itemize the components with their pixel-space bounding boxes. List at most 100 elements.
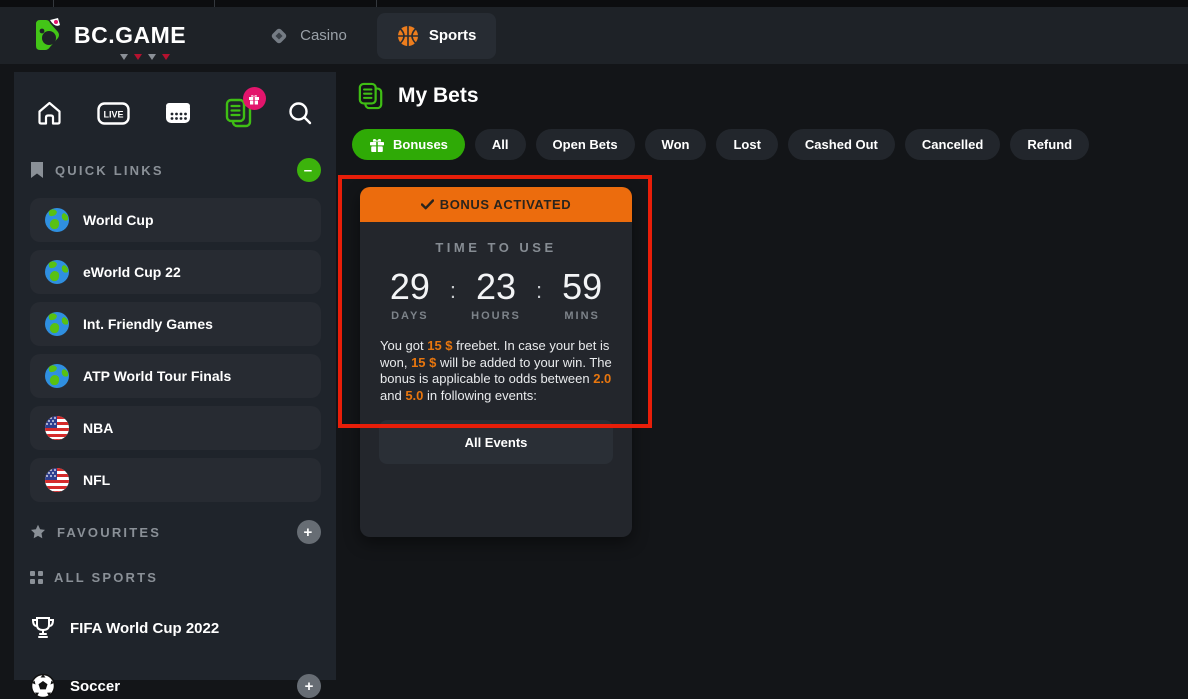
us-flag-icon bbox=[44, 415, 70, 441]
timer-mins-value: 59 bbox=[562, 269, 602, 305]
sidebar-item-fifa-world-cup[interactable]: FIFA World Cup 2022 bbox=[30, 615, 321, 641]
soccer-ball-icon bbox=[30, 673, 56, 699]
timer-days-label: DAYS bbox=[391, 310, 429, 322]
globe-icon bbox=[44, 311, 70, 337]
bcgame-logo-icon bbox=[28, 16, 68, 56]
cropped-tab-strip bbox=[0, 0, 1188, 7]
sidebar-item-soccer[interactable]: Soccer + bbox=[30, 673, 321, 699]
quick-link-label: ATP World Tour Finals bbox=[83, 368, 231, 384]
bonus-activated-banner: BONUS ACTIVATED bbox=[360, 187, 632, 222]
star-icon bbox=[30, 524, 46, 540]
tab-strip-divider bbox=[376, 0, 377, 7]
live-icon[interactable]: LIVE bbox=[97, 102, 130, 125]
bonus-timer: 29 DAYS : 23 HOURS : 59 MINS bbox=[360, 269, 632, 322]
page-title: My Bets bbox=[358, 82, 479, 110]
expand-soccer-button[interactable]: + bbox=[297, 674, 321, 698]
filter-bonuses[interactable]: Bonuses bbox=[352, 129, 465, 160]
quick-links-header: QUICK LINKS – bbox=[30, 158, 321, 182]
gift-icon bbox=[369, 137, 385, 153]
gift-badge bbox=[243, 87, 266, 110]
filter-won[interactable]: Won bbox=[645, 129, 707, 160]
banner-text: BONUS ACTIVATED bbox=[440, 197, 572, 212]
quick-link-nfl[interactable]: NFL bbox=[30, 458, 321, 502]
filter-cashed-out[interactable]: Cashed Out bbox=[788, 129, 895, 160]
timer-days-value: 29 bbox=[390, 269, 430, 305]
bookmark-icon bbox=[30, 161, 44, 179]
globe-icon bbox=[44, 207, 70, 233]
favourites-header: FAVOURITES + bbox=[30, 520, 321, 544]
tab-casino[interactable]: Casino bbox=[248, 13, 367, 59]
filter-cancelled[interactable]: Cancelled bbox=[905, 129, 1000, 160]
filter-label: Won bbox=[662, 137, 690, 152]
svg-text:LIVE: LIVE bbox=[104, 109, 124, 119]
quick-link-nba[interactable]: NBA bbox=[30, 406, 321, 450]
sidebar: LIVE bbox=[14, 72, 336, 680]
quick-link-label: NFL bbox=[83, 472, 110, 488]
casino-label: Casino bbox=[300, 27, 347, 44]
home-icon[interactable] bbox=[36, 100, 63, 126]
quick-link-label: Int. Friendly Games bbox=[83, 316, 213, 332]
quick-link-label: NBA bbox=[83, 420, 113, 436]
all-events-button[interactable]: All Events bbox=[379, 420, 613, 464]
filter-label: Cancelled bbox=[922, 137, 983, 152]
my-bets-icon[interactable] bbox=[225, 98, 253, 128]
bonus-card: BONUS ACTIVATED TIME TO USE 29 DAYS : 23… bbox=[360, 187, 632, 537]
quick-link-world-cup[interactable]: World Cup bbox=[30, 198, 321, 242]
globe-icon bbox=[44, 259, 70, 285]
logo-text: BC.GAME bbox=[74, 22, 186, 49]
globe-icon bbox=[44, 363, 70, 389]
quick-link-label: World Cup bbox=[83, 212, 154, 228]
schedule-icon[interactable] bbox=[165, 101, 191, 125]
timer-separator: : bbox=[536, 278, 542, 304]
filter-label: Cashed Out bbox=[805, 137, 878, 152]
quick-link-atp-finals[interactable]: ATP World Tour Finals bbox=[30, 354, 321, 398]
filter-open-bets[interactable]: Open Bets bbox=[536, 129, 635, 160]
grid-icon bbox=[30, 571, 43, 584]
timer-title: TIME TO USE bbox=[360, 240, 632, 255]
favourites-label: FAVOURITES bbox=[57, 525, 161, 540]
page-title-text: My Bets bbox=[398, 84, 479, 108]
search-icon[interactable] bbox=[287, 100, 313, 126]
all-sports-header[interactable]: ALL SPORTS bbox=[30, 570, 321, 585]
bonus-description: You got 15 $ freebet. In case your bet i… bbox=[380, 338, 612, 404]
timer-days: 29 DAYS bbox=[376, 269, 444, 322]
soccer-label: Soccer bbox=[70, 678, 120, 695]
trophy-icon bbox=[30, 615, 56, 641]
bet-filters: Bonuses All Open Bets Won Lost Cashed Ou… bbox=[352, 129, 1089, 160]
quick-links-list: World Cup eWorld Cup 22 Int. Friendly Ga… bbox=[30, 198, 321, 502]
tab-strip-divider bbox=[53, 0, 54, 7]
tab-strip-divider bbox=[214, 0, 215, 7]
fifa-world-cup-label: FIFA World Cup 2022 bbox=[70, 620, 219, 637]
bcgame-logo[interactable]: BC.GAME bbox=[28, 16, 186, 56]
top-bar: BC.GAME Casino Sports bbox=[0, 7, 1188, 64]
filter-label: Lost bbox=[733, 137, 760, 152]
sidebar-icon-row: LIVE bbox=[30, 84, 321, 136]
sports-label: Sports bbox=[429, 27, 477, 44]
my-bets-title-icon bbox=[358, 82, 384, 110]
timer-hours-value: 23 bbox=[476, 269, 516, 305]
timer-mins-label: MINS bbox=[564, 310, 600, 322]
filter-label: All bbox=[492, 137, 509, 152]
quick-link-label: eWorld Cup 22 bbox=[83, 264, 181, 280]
us-flag-icon bbox=[44, 467, 70, 493]
tab-sports[interactable]: Sports bbox=[377, 13, 497, 59]
quick-links-label: QUICK LINKS bbox=[55, 163, 164, 178]
filter-refund[interactable]: Refund bbox=[1010, 129, 1089, 160]
filter-lost[interactable]: Lost bbox=[716, 129, 777, 160]
timer-hours-label: HOURS bbox=[471, 310, 521, 322]
casino-icon bbox=[268, 25, 290, 47]
filter-all[interactable]: All bbox=[475, 129, 526, 160]
quick-link-eworld-cup[interactable]: eWorld Cup 22 bbox=[30, 250, 321, 294]
timer-hours: 23 HOURS bbox=[462, 269, 530, 322]
check-icon bbox=[421, 199, 434, 210]
add-favourite-button[interactable]: + bbox=[297, 520, 321, 544]
timer-mins: 59 MINS bbox=[548, 269, 616, 322]
logo-bunting-decoration bbox=[120, 54, 170, 60]
quick-link-int-friendly[interactable]: Int. Friendly Games bbox=[30, 302, 321, 346]
timer-separator: : bbox=[450, 278, 456, 304]
filter-label: Bonuses bbox=[393, 137, 448, 152]
collapse-quick-links-button[interactable]: – bbox=[297, 158, 321, 182]
all-sports-label: ALL SPORTS bbox=[54, 570, 158, 585]
filter-label: Refund bbox=[1027, 137, 1072, 152]
basketball-icon bbox=[397, 25, 419, 47]
